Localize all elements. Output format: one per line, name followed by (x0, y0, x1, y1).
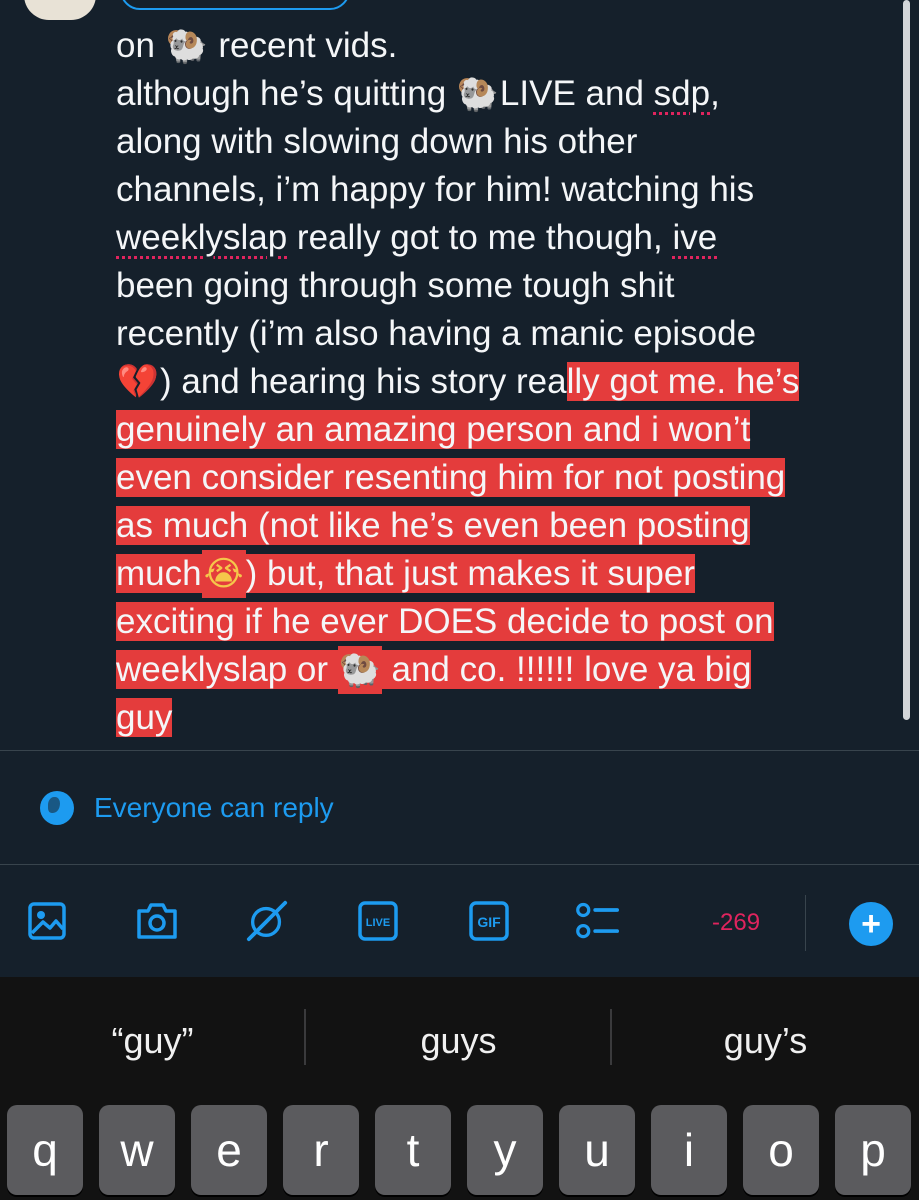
divider (0, 750, 919, 751)
tweet-text-line: on 🐏 recent vids. (116, 22, 896, 70)
tweet-text-line: weeklyslap or 🐏 and co. !!!!!! love ya b… (116, 646, 896, 694)
suggestion-3[interactable]: guy’s (612, 1013, 919, 1069)
suggestion-1[interactable]: “guy” (0, 1013, 305, 1069)
key-q[interactable]: q (7, 1105, 83, 1195)
tweet-text-segment: channels, i’m happy for him! watching hi… (116, 170, 755, 209)
misspelled-word: sdp (653, 74, 711, 113)
selected-text: exciting if he ever DOES decide to post … (116, 602, 774, 641)
heart-emoji-icon: 💔 (116, 362, 160, 402)
tweet-text-line: been going through some tough shit (116, 262, 896, 310)
character-counter: -269 (712, 909, 761, 936)
key-w[interactable]: w (99, 1105, 175, 1195)
tweet-text-line: 💔) and hearing his story really got me. … (116, 358, 896, 406)
ram-emoji-icon: 🐏 (337, 646, 382, 694)
selected-text: as much (not like he’s even been posting (116, 506, 750, 545)
reply-setting-button[interactable]: Everyone can reply (40, 788, 334, 828)
selected-text: much (116, 554, 202, 593)
toolbar-separator (805, 895, 806, 951)
grok-icon[interactable] (245, 899, 289, 943)
suggestion-2[interactable]: guys (306, 1013, 611, 1069)
tweet-text-line: recently (i’m also having a manic episod… (116, 310, 896, 358)
divider (0, 864, 919, 865)
tweet-text-line: weeklyslap really got to me though, ive (116, 214, 896, 262)
tweet-text-segment: been going through some tough shit (116, 266, 675, 305)
ram-emoji-icon: 🐏 (165, 26, 208, 66)
reply-setting-label: Everyone can reply (94, 792, 334, 823)
tweet-text-line: genuinely an amazing person and i won’t (116, 406, 896, 454)
tweet-text-segment: recent vids. (208, 26, 398, 65)
tweet-text-line: guy (116, 694, 896, 742)
image-icon[interactable] (25, 899, 69, 943)
tweet-text-line: channels, i’m happy for him! watching hi… (116, 166, 896, 214)
misspelled-word: weeklyslap (116, 218, 288, 257)
selected-text: and co. !!!!!! love ya big (381, 650, 752, 689)
cry-emoji-icon: 😭 (201, 550, 246, 598)
key-t[interactable]: t (375, 1105, 451, 1195)
selected-text: genuinely an amazing person and i won’t (116, 410, 751, 449)
audience-selector-button[interactable] (120, 0, 350, 10)
compose-toolbar: LIVE GIF -269 (0, 895, 919, 955)
screen: on 🐏 recent vids. although he’s quitting … (0, 0, 919, 1200)
key-o[interactable]: o (743, 1105, 819, 1195)
selected-text: ) but, that just makes it super (245, 554, 695, 593)
tweet-text-segment: on (116, 26, 165, 65)
tweet-compose-textarea[interactable]: on 🐏 recent vids. although he’s quitting … (116, 22, 896, 742)
key-e[interactable]: e (191, 1105, 267, 1195)
key-i[interactable]: i (651, 1105, 727, 1195)
tweet-text-segment: recently (i’m also having a manic episod… (116, 314, 757, 353)
tweet-text-segment: along with slowing down his other (116, 122, 638, 161)
selected-text: even consider resenting him for not post… (116, 458, 786, 497)
key-y[interactable]: y (467, 1105, 543, 1195)
globe-icon (40, 791, 74, 825)
scrollbar[interactable] (903, 0, 910, 720)
misspelled-word: ive (672, 218, 718, 257)
add-post-button[interactable]: + (849, 902, 893, 946)
selected-text: weeklyslap or (116, 650, 338, 689)
tweet-text-line: much😭) but, that just makes it super (116, 550, 896, 598)
live-icon[interactable]: LIVE (356, 899, 400, 943)
poll-icon[interactable] (575, 899, 619, 943)
tweet-text-segment: although he’s quitting (116, 74, 456, 113)
key-u[interactable]: u (559, 1105, 635, 1195)
selected-text: guy (116, 698, 173, 737)
live-icon-label: LIVE (366, 917, 390, 929)
keyboard: “guy” guys guy’s q w e r t y u i o p (0, 977, 919, 1200)
key-p[interactable]: p (835, 1105, 911, 1195)
tweet-text-line: although he’s quitting 🐏LIVE and sdp, (116, 70, 896, 118)
gif-icon[interactable]: GIF (467, 899, 511, 943)
tweet-text-line: along with slowing down his other (116, 118, 896, 166)
tweet-text-segment: LIVE and (499, 74, 654, 113)
gif-icon-label: GIF (477, 914, 501, 930)
tweet-text-segment: , (710, 74, 720, 113)
ram-emoji-icon: 🐏 (456, 74, 500, 114)
camera-icon[interactable] (135, 899, 179, 943)
tweet-text-segment: ) and hearing his story rea (160, 362, 567, 401)
tweet-text-line: even consider resenting him for not post… (116, 454, 896, 502)
user-avatar[interactable] (24, 0, 96, 20)
tweet-text-segment: really got to me though, (287, 218, 673, 257)
tweet-text-line: exciting if he ever DOES decide to post … (116, 598, 896, 646)
tweet-text-line: as much (not like he’s even been posting (116, 502, 896, 550)
selected-text: lly got me. he’s (566, 362, 800, 401)
key-r[interactable]: r (283, 1105, 359, 1195)
